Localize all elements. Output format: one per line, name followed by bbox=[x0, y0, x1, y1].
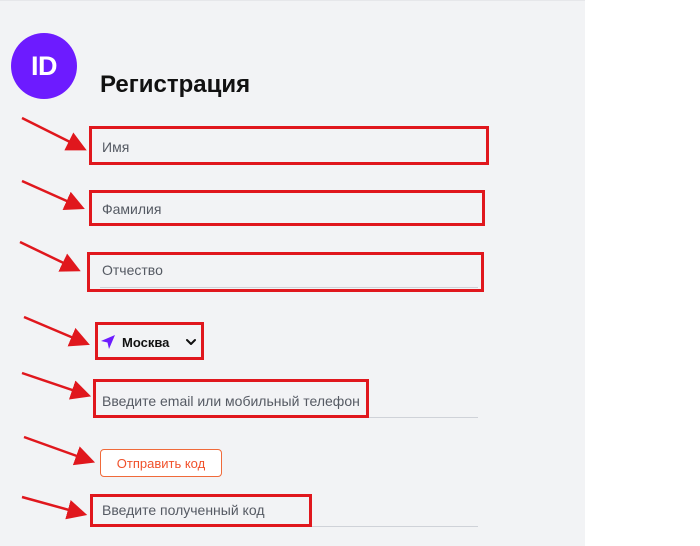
annotation-arrow bbox=[21, 116, 87, 151]
annotation-arrow bbox=[23, 315, 90, 347]
annotation-arrows bbox=[19, 116, 96, 520]
annotation-arrow bbox=[21, 495, 88, 520]
annotation-arrow bbox=[21, 371, 92, 400]
annotation-arrow bbox=[19, 240, 81, 272]
registration-panel: ID Регистрация Имя Фамилия Отчество Моск… bbox=[0, 0, 585, 546]
screenshot-canvas: ID Регистрация Имя Фамилия Отчество Моск… bbox=[0, 0, 700, 546]
annotation-arrow bbox=[23, 435, 96, 466]
annotation-arrow bbox=[21, 179, 85, 211]
